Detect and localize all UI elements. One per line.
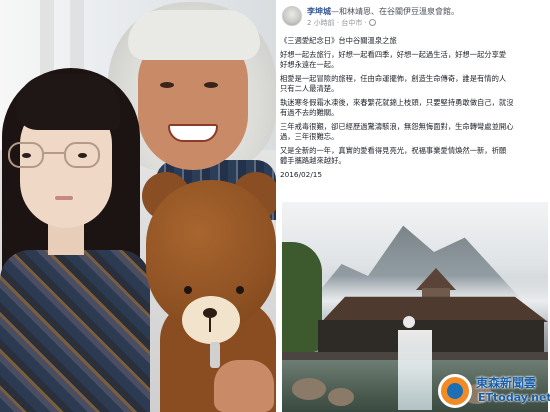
trees [282, 242, 322, 352]
watermark-english: ETtoday.net [478, 391, 550, 404]
bear-muzzle [182, 296, 240, 344]
post-paragraph: 執迷寒冬假霜水凍後，來春繁花就錦上枝頭，只要堅持勇敢做自己，就沒 有過不去的難關… [280, 98, 514, 117]
globe-icon [369, 19, 377, 26]
watermark-chinese: 東森新聞雲 [476, 376, 537, 390]
ettoday-watermark: 東森新聞雲 ETtoday.net [438, 372, 550, 410]
with-text: —和林靖恩、在谷關伊豆溫泉會館。 [331, 7, 459, 16]
fountain [398, 330, 432, 410]
author-line: 李坤城—和林靖恩、在谷關伊豆溫泉會館。 [307, 7, 459, 17]
glasses-lens [8, 142, 44, 168]
man-eye [204, 82, 218, 88]
bear-eye [236, 286, 244, 294]
author-name-link[interactable]: 李坤城 [307, 7, 331, 16]
fountain-sphere [403, 316, 415, 328]
post-date: 2016/02/15 [280, 170, 323, 179]
author-avatar[interactable] [282, 6, 302, 26]
rock [328, 388, 354, 406]
girl-mouth [55, 196, 73, 200]
ettoday-logo-icon [438, 374, 472, 408]
post-paragraph: 三年戒毒很艱，卻已經歷過驚濤駭浪，無怨無悔面對，生命轉彎處並開心 過，三年很難忘… [280, 122, 514, 141]
post-header: 李坤城—和林靖恩、在谷關伊豆溫泉會館。 2 小時前 · 台中市 · [280, 4, 550, 32]
bear-zipper [210, 342, 220, 368]
girl-jacket [0, 250, 150, 412]
bear-eye [184, 286, 192, 294]
post-paragraph: 又是全新的一年，真實的愛看得見亮光，祝福事業愛情煥然一新，祈願 體手攜路越來越好… [280, 146, 507, 165]
building-roof [321, 296, 548, 322]
post-paragraph: 好想一起去旅行，好想一起看四季，好想一起過生活，好想一起分享愛 好想永遠在一起。 [280, 50, 507, 69]
bear-nose [203, 308, 217, 318]
bear-mouth [209, 318, 211, 332]
post-paragraph: 《三週愛紀念日》台中谷關溫泉之旅 [280, 36, 397, 45]
man-bangs [128, 10, 260, 60]
post-body: 《三週愛紀念日》台中谷關溫泉之旅 好想一起去旅行，好想一起看四季，好想一起過生活… [280, 36, 548, 184]
man-smile [168, 124, 218, 142]
man-hand [214, 360, 274, 412]
girl-bangs [16, 74, 120, 130]
facebook-post: 李坤城—和林靖恩、在谷關伊豆溫泉會館。 2 小時前 · 台中市 · 《三週愛紀念… [280, 0, 550, 412]
rock [292, 378, 326, 400]
glasses-lens [64, 142, 100, 168]
post-paragraph: 相愛是一起冒險的旅程，任由命運擺佈，創造生命傳奇，誰是有情的人 只有二人最清楚。 [280, 74, 507, 93]
man-eye [160, 82, 174, 88]
couple-photo [0, 0, 276, 412]
ettoday-logo-dot [447, 383, 463, 399]
post-meta: 2 小時前 · 台中市 · [307, 19, 377, 28]
post-time[interactable]: 2 小時前 · 台中市 · [307, 19, 367, 27]
glasses-bridge [44, 152, 64, 154]
